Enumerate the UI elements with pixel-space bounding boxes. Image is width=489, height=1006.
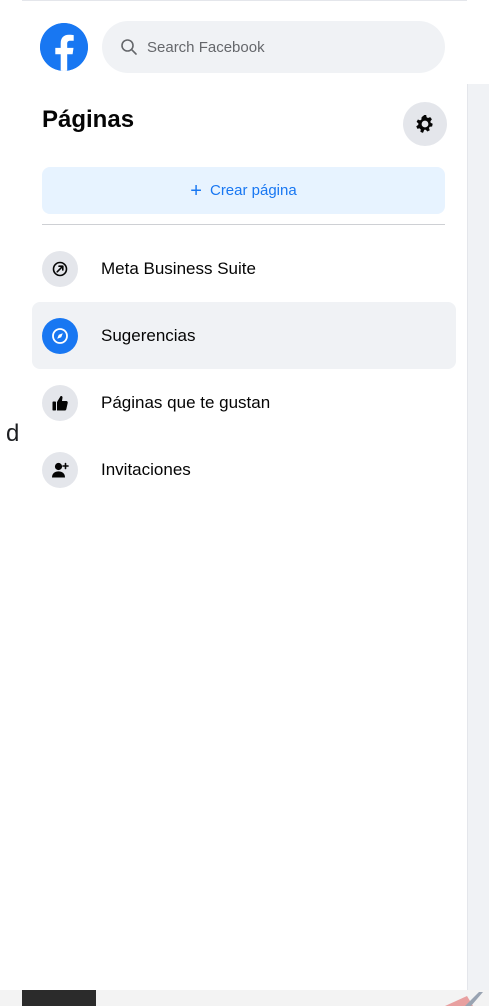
sidebar-item-label: Sugerencias: [101, 325, 196, 345]
sidebar-header: Páginas: [42, 102, 447, 146]
sidebar-nav: Meta Business Suite Sugerencias Páginas …: [32, 235, 456, 503]
settings-button[interactable]: [403, 102, 447, 146]
facebook-logo-icon[interactable]: [40, 23, 88, 71]
scrollbar[interactable]: [467, 84, 489, 990]
person-add-icon: [42, 451, 78, 488]
taskbar: [0, 990, 489, 1006]
search-icon: [120, 38, 138, 56]
page-title: Páginas: [42, 106, 135, 133]
sidebar-item-suggestions[interactable]: Sugerencias: [32, 302, 456, 369]
create-page-label: Crear página: [209, 182, 297, 199]
top-bar: [22, 0, 467, 84]
plus-icon: +: [190, 179, 202, 202]
sidebar-item-label: Invitaciones: [101, 459, 191, 479]
sidebar-item-meta-business-suite[interactable]: Meta Business Suite: [32, 235, 456, 302]
thumbs-up-icon: [42, 384, 78, 421]
search-bar[interactable]: [102, 21, 445, 73]
app-root: d Páginas: [0, 0, 489, 1006]
sidebar-item-invitations[interactable]: Invitaciones: [32, 436, 456, 503]
sidebar-item-label: Meta Business Suite: [101, 258, 256, 278]
create-page-button[interactable]: + Crear página: [42, 167, 445, 214]
taskbar-decoration-icon: [445, 992, 483, 1006]
search-input[interactable]: [147, 38, 417, 56]
divider: [42, 224, 445, 225]
pages-sidebar: Páginas + Crear página Meta Business Sui…: [22, 84, 467, 1006]
taskbar-item[interactable]: [22, 990, 96, 1006]
left-content-cutoff: d: [0, 0, 22, 1006]
sidebar-item-liked-pages[interactable]: Páginas que te gustan: [32, 369, 456, 436]
cutoff-text: d: [6, 420, 20, 447]
gear-icon: [416, 115, 433, 133]
compass-icon: [42, 317, 78, 354]
sidebar-item-label: Páginas que te gustan: [101, 392, 271, 412]
meta-business-suite-icon: [42, 250, 78, 287]
